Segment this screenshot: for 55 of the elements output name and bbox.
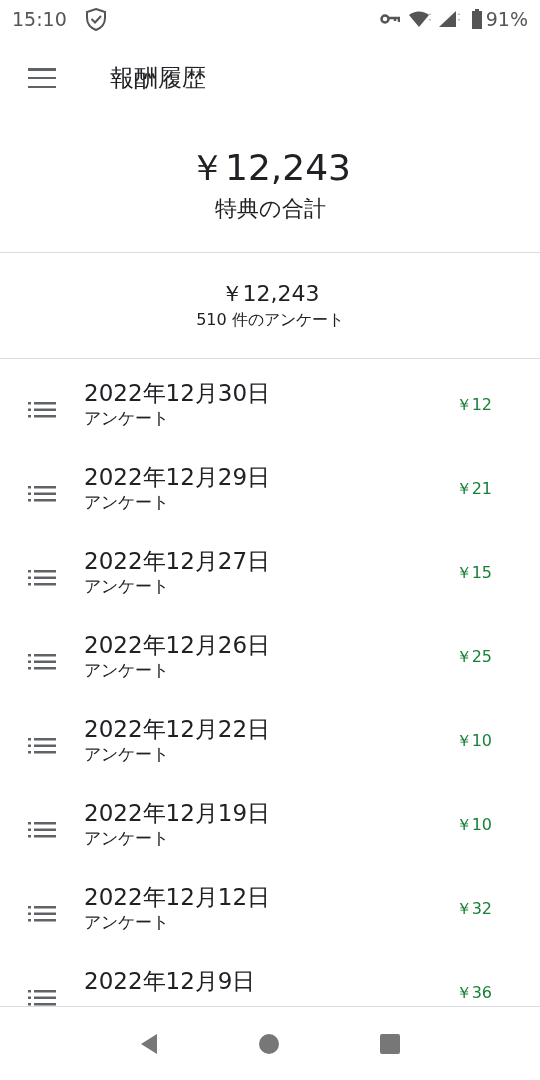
reward-date: 2022年12月12日 xyxy=(84,883,272,911)
list-icon xyxy=(28,737,56,755)
reward-amount: ￥10 xyxy=(455,730,492,752)
reward-type: アンケート xyxy=(84,827,170,849)
reward-date: 2022年12月29日 xyxy=(84,463,272,491)
total-label: 特典の合計 xyxy=(214,194,326,223)
list-icon xyxy=(28,653,56,671)
list-icon xyxy=(28,485,56,503)
summary-amount: ￥12,243 xyxy=(220,279,320,308)
reward-type: アンケート xyxy=(84,659,170,681)
reward-amount: ￥36 xyxy=(455,982,492,1004)
reward-type: アンケート xyxy=(84,491,170,513)
reward-row[interactable]: 2022年12月19日 アンケート ￥10 xyxy=(0,799,540,883)
reward-row[interactable]: 2022年12月27日 アンケート ￥15 xyxy=(0,547,540,631)
reward-type: アンケート xyxy=(84,911,170,933)
reward-row[interactable]: 2022年12月22日 アンケート ￥10 xyxy=(0,715,540,799)
reward-date: 2022年12月27日 xyxy=(84,547,272,575)
recents-icon[interactable] xyxy=(379,1032,401,1055)
home-icon[interactable] xyxy=(257,1031,281,1056)
reward-amount: ￥32 xyxy=(455,898,492,920)
reward-amount: ￥12 xyxy=(455,394,492,416)
survey-count: 510 件のアンケート xyxy=(196,308,344,331)
page-title: 報酬履歴 xyxy=(110,63,206,94)
reward-type: アンケート xyxy=(84,407,170,429)
reward-row[interactable]: 2022年12月29日 アンケート ￥21 xyxy=(0,463,540,547)
reward-row[interactable]: 2022年12月12日 アンケート ￥32 xyxy=(0,883,540,967)
battery-icon xyxy=(471,9,482,29)
reward-date: 2022年12月19日 xyxy=(84,799,272,827)
reward-date: 2022年12月9日 xyxy=(84,967,257,995)
key-icon xyxy=(379,13,400,25)
list-icon xyxy=(28,401,56,419)
reward-type: アンケート xyxy=(84,743,170,765)
total-amount: ￥12,243 xyxy=(189,145,351,190)
reward-row[interactable]: 2022年12月30日 アンケート ￥12 xyxy=(0,379,540,463)
reward-date: 2022年12月30日 xyxy=(84,379,272,407)
reward-amount: ￥21 xyxy=(455,478,492,500)
list-icon xyxy=(28,821,56,839)
list-icon xyxy=(28,989,56,1006)
menu-button[interactable] xyxy=(28,68,56,88)
reward-row[interactable]: 2022年12月9日 ￥36 xyxy=(0,967,540,1006)
status-time: 15:10 xyxy=(12,6,67,32)
back-icon[interactable] xyxy=(139,1032,159,1055)
reward-amount: ￥25 xyxy=(455,646,492,668)
reward-row[interactable]: 2022年12月26日 アンケート ￥25 xyxy=(0,631,540,715)
wifi-icon xyxy=(407,10,432,28)
signal-icon xyxy=(437,10,462,28)
list-icon xyxy=(28,905,56,923)
reward-amount: ￥10 xyxy=(455,814,492,836)
shield-check-icon xyxy=(84,7,107,31)
reward-date: 2022年12月22日 xyxy=(84,715,272,743)
list-icon xyxy=(28,569,56,587)
reward-type: アンケート xyxy=(84,575,170,597)
reward-date: 2022年12月26日 xyxy=(84,631,272,659)
reward-amount: ￥15 xyxy=(455,562,492,584)
battery-percent: 91% xyxy=(485,6,528,32)
